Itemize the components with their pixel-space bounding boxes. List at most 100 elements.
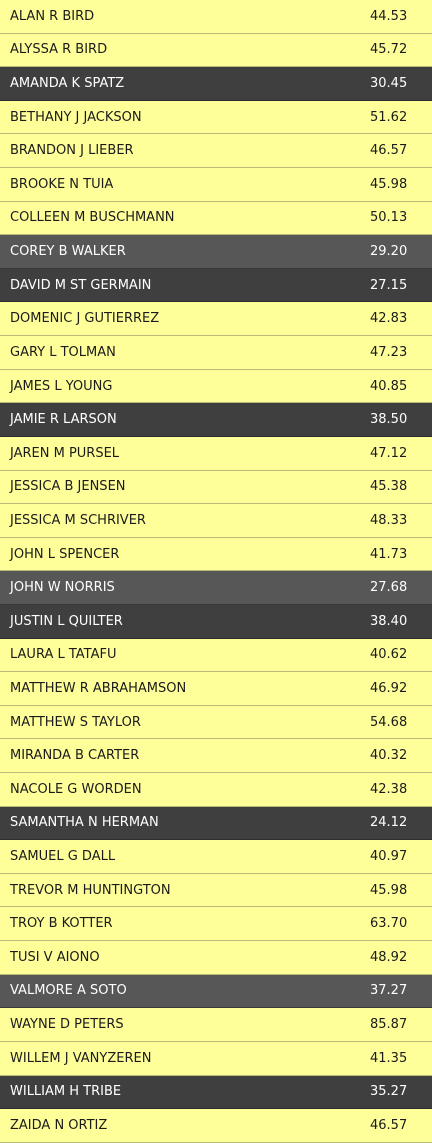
row-name: LAURA L TATAFU: [10, 647, 117, 663]
row-value: 47.12: [370, 445, 408, 461]
list-row[interactable]: NACOLE G WORDEN 42.38: [0, 773, 432, 807]
row-value: 40.85: [370, 378, 408, 394]
list-row[interactable]: WILLEM J VANYZEREN 41.35: [0, 1041, 432, 1076]
row-name: GARY L TOLMAN: [10, 344, 116, 360]
row-name: ALAN R BIRD: [10, 8, 95, 24]
row-name: NACOLE G WORDEN: [10, 781, 142, 797]
list-row[interactable]: COREY B WALKER 29.20: [0, 235, 432, 269]
list-row[interactable]: GARY L TOLMAN 47.23: [0, 336, 432, 370]
row-name: TUSI V AIONO: [10, 949, 100, 965]
list-row[interactable]: JAREN M PURSEL 47.12: [0, 436, 432, 471]
list-row[interactable]: TREVOR M HUNTINGTON 45.98: [0, 873, 432, 908]
list-row[interactable]: MATTHEW S TAYLOR 54.68: [0, 705, 432, 740]
list-row[interactable]: BRANDON J LIEBER 46.57: [0, 134, 432, 169]
row-value: 46.57: [370, 143, 408, 159]
list-row[interactable]: AMANDA K SPATZ 30.45: [0, 67, 432, 101]
row-value: 46.57: [370, 1117, 408, 1133]
row-name: TREVOR M HUNTINGTON: [10, 882, 171, 898]
row-name: JAREN M PURSEL: [10, 445, 120, 461]
list-row[interactable]: MIRANDA B CARTER 40.32: [0, 739, 432, 774]
list-row[interactable]: ALYSSA R BIRD 45.72: [0, 33, 432, 68]
list-row[interactable]: DAVID M ST GERMAIN 27.15: [0, 268, 432, 303]
row-value: 42.83: [370, 311, 408, 327]
row-name: MIRANDA B CARTER: [10, 748, 140, 764]
row-value: 40.32: [370, 748, 408, 764]
row-name: DAVID M ST GERMAIN: [10, 277, 152, 293]
list-row[interactable]: JAMES L YOUNG 40.85: [0, 369, 432, 404]
row-name: JAMIE R LARSON: [10, 412, 117, 428]
list-row[interactable]: BETHANY J JACKSON 51.62: [0, 100, 432, 135]
row-value: 47.23: [370, 344, 408, 360]
list-row[interactable]: COLLEEN M BUSCHMANN 50.13: [0, 201, 432, 236]
row-name: SAMUEL G DALL: [10, 849, 116, 865]
row-value: 40.62: [370, 647, 408, 663]
row-value: 85.87: [370, 1017, 408, 1033]
row-value: 38.40: [370, 613, 408, 629]
list-row[interactable]: JUSTIN L QUILTER 38.40: [0, 604, 432, 639]
row-value: 45.98: [370, 882, 408, 898]
row-value: 44.53: [370, 8, 408, 24]
list-row[interactable]: WAYNE D PETERS 85.87: [0, 1008, 432, 1042]
row-value: 27.15: [370, 277, 408, 293]
list-row[interactable]: TROY B KOTTER 63.70: [0, 907, 432, 942]
row-value: 29.20: [370, 244, 408, 260]
list-row[interactable]: JESSICA M SCHRIVER 48.33: [0, 504, 432, 538]
row-value: 42.38: [370, 781, 408, 797]
list-row[interactable]: JOHN W NORRIS 27.68: [0, 571, 432, 605]
row-name: JESSICA B JENSEN: [10, 479, 126, 495]
row-value: 24.12: [370, 815, 408, 831]
list-row[interactable]: BROOKE N TUIA 45.98: [0, 168, 432, 202]
row-name: BROOKE N TUIA: [10, 176, 114, 192]
row-value: 40.97: [370, 849, 408, 865]
row-name: AMANDA K SPATZ: [10, 76, 125, 92]
row-value: 45.98: [370, 176, 408, 192]
row-name: JAMES L YOUNG: [10, 378, 113, 394]
row-name: WILLIAM H TRIBE: [10, 1084, 122, 1100]
row-value: 41.73: [370, 546, 408, 562]
row-value: 45.72: [370, 42, 408, 58]
row-name: JOHN W NORRIS: [10, 580, 115, 596]
list-row[interactable]: VALMORE A SOTO 37.27: [0, 974, 432, 1009]
list-row[interactable]: MATTHEW R ABRAHAMSON 46.92: [0, 672, 432, 706]
row-name: WAYNE D PETERS: [10, 1017, 124, 1033]
list-row[interactable]: LAURA L TATAFU 40.62: [0, 638, 432, 673]
row-name: JUSTIN L QUILTER: [10, 613, 123, 629]
row-value: 45.38: [370, 479, 408, 495]
list-row[interactable]: SAMUEL G DALL 40.97: [0, 840, 432, 874]
row-value: 51.62: [370, 109, 408, 125]
row-name: JOHN L SPENCER: [10, 546, 120, 562]
row-name: BRANDON J LIEBER: [10, 143, 134, 159]
row-name: VALMORE A SOTO: [10, 983, 127, 999]
list-row[interactable]: WILLIAM H TRIBE 35.27: [0, 1075, 432, 1110]
name-value-list: ALAN R BIRD 44.53 ALYSSA R BIRD 45.72 AMANDA…: [0, 0, 432, 1143]
row-name: WILLEM J VANYZEREN: [10, 1050, 152, 1066]
list-row[interactable]: ALAN R BIRD 44.53: [0, 0, 432, 34]
row-name: SAMANTHA N HERMAN: [10, 815, 159, 831]
row-value: 63.70: [370, 916, 408, 932]
row-value: 41.35: [370, 1050, 408, 1066]
row-value: 48.92: [370, 949, 408, 965]
row-value: 27.68: [370, 580, 408, 596]
list-row[interactable]: JESSICA B JENSEN 45.38: [0, 470, 432, 505]
row-value: 50.13: [370, 210, 408, 226]
list-row[interactable]: JOHN L SPENCER 41.73: [0, 537, 432, 572]
row-name: JESSICA M SCHRIVER: [10, 512, 146, 528]
row-name: COLLEEN M BUSCHMANN: [10, 210, 175, 226]
row-name: COREY B WALKER: [10, 244, 126, 260]
row-value: 30.45: [370, 76, 408, 92]
row-name: BETHANY J JACKSON: [10, 109, 142, 125]
list-row[interactable]: JAMIE R LARSON 38.50: [0, 403, 432, 437]
list-row[interactable]: TUSI V AIONO 48.92: [0, 941, 432, 975]
row-name: ZAIDA N ORTIZ: [10, 1117, 108, 1133]
row-value: 37.27: [370, 983, 408, 999]
row-name: TROY B KOTTER: [10, 916, 113, 932]
row-name: ALYSSA R BIRD: [10, 42, 108, 58]
row-name: MATTHEW R ABRAHAMSON: [10, 680, 187, 696]
row-value: 48.33: [370, 512, 408, 528]
list-row[interactable]: SAMANTHA N HERMAN 24.12: [0, 806, 432, 841]
list-row[interactable]: ZAIDA N ORTIZ 46.57: [0, 1109, 432, 1143]
row-value: 38.50: [370, 412, 408, 428]
row-name: DOMENIC J GUTIERREZ: [10, 311, 160, 327]
row-value: 35.27: [370, 1084, 408, 1100]
list-row[interactable]: DOMENIC J GUTIERREZ 42.83: [0, 302, 432, 337]
